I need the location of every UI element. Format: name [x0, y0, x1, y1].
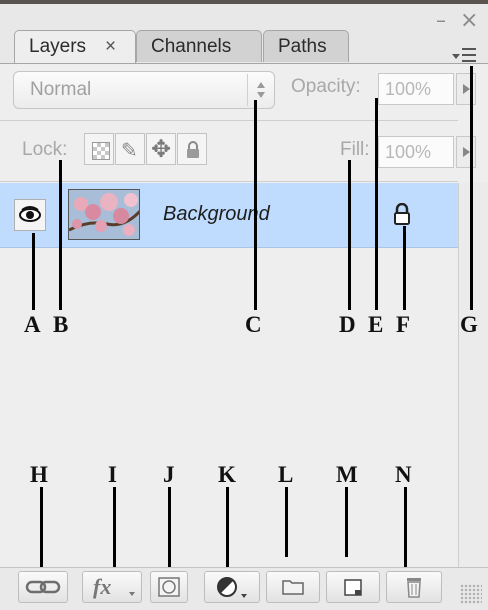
lock-transparent-button[interactable] [84, 133, 114, 165]
callout-line-a [32, 233, 35, 310]
callout-line-j [168, 487, 171, 569]
callout-line-k [226, 487, 229, 569]
callout-a: A [24, 312, 41, 337]
tab-layers-label: Layers [29, 36, 87, 57]
blend-mode-select[interactable]: Normal [13, 71, 275, 109]
brush-icon: ✎ [121, 138, 138, 162]
callout-i: I [108, 462, 117, 487]
callout-line-n [404, 487, 407, 569]
blend-mode-stepper[interactable] [247, 74, 274, 106]
menu-arrow-icon [452, 54, 460, 59]
callout-f: F [396, 312, 411, 337]
callout-k: K [218, 462, 236, 487]
callout-line-c [254, 100, 257, 310]
adjustment-layer-button[interactable] [204, 571, 260, 603]
layer-visibility-toggle[interactable] [14, 199, 46, 231]
tab-close-icon[interactable]: × [105, 31, 116, 63]
callout-c: C [245, 312, 262, 337]
tab-paths-label: Paths [278, 36, 327, 57]
callout-j: J [163, 462, 175, 487]
arrow-up-icon [257, 82, 265, 88]
callout-n: N [395, 462, 412, 487]
lock-position-button[interactable]: ✥ [146, 133, 176, 165]
layer-thumbnail [68, 189, 140, 240]
opacity-field[interactable]: 100% [378, 73, 454, 105]
layer-style-icon: fx [93, 574, 112, 599]
fill-label: Fill: [340, 139, 370, 160]
layers-scrollbar[interactable] [458, 183, 488, 567]
callout-line-g [470, 66, 473, 310]
callout-m: M [336, 462, 358, 487]
new-group-button[interactable] [266, 571, 320, 603]
delete-layer-icon [407, 578, 421, 598]
menu-bars-icon [462, 48, 476, 50]
callout-line-l [285, 487, 288, 557]
tab-layers[interactable]: Layers × [14, 30, 136, 64]
callout-line-h [40, 487, 43, 569]
cherry-blossom-thumbnail [69, 190, 139, 239]
lock-all-button[interactable] [177, 133, 207, 165]
lock-image-button[interactable]: ✎ [115, 133, 145, 165]
fill-value: 100% [385, 142, 432, 162]
callout-line-b [59, 160, 62, 310]
menu-bar-line [462, 60, 476, 62]
minimize-icon[interactable]: – [436, 8, 446, 32]
lock-label: Lock: [22, 139, 68, 160]
fill-field[interactable]: 100% [378, 136, 454, 168]
play-arrow-icon [463, 147, 470, 157]
layer-style-button[interactable]: fx [82, 571, 142, 603]
layer-lock-icon [394, 203, 410, 225]
lock-buttons: ✎ ✥ [84, 133, 208, 167]
opacity-value: 100% [385, 79, 432, 99]
fill-slider-button[interactable] [456, 136, 476, 168]
tab-channels-label: Channels [151, 36, 232, 57]
callout-h: H [30, 462, 48, 487]
adjustment-layer-icon [217, 577, 247, 598]
blend-mode-value: Normal [30, 79, 92, 100]
callout-g: G [460, 312, 478, 337]
callout-line-m [345, 487, 348, 557]
dropdown-arrow-icon [129, 592, 135, 596]
eye-icon [19, 206, 41, 222]
link-layers-button[interactable] [18, 571, 68, 603]
separator [0, 181, 458, 182]
new-group-icon [282, 580, 304, 595]
tab-channels[interactable]: Channels [136, 30, 262, 62]
resize-grip-icon[interactable] [460, 584, 482, 604]
new-layer-button[interactable] [326, 571, 380, 603]
arrow-down-icon [257, 92, 265, 98]
layer-mask-icon [158, 577, 180, 597]
menu-bar-line [462, 54, 476, 56]
add-mask-button[interactable] [150, 571, 188, 603]
new-layer-icon [344, 579, 362, 596]
callout-l: L [278, 462, 294, 487]
tab-paths[interactable]: Paths [263, 30, 349, 62]
callout-d: D [339, 312, 356, 337]
link-layers-icon [25, 580, 61, 594]
callout-line-i [113, 487, 116, 569]
tab-strip: Paths Channels Layers × [0, 30, 488, 64]
lock-icon [187, 141, 199, 158]
callout-line-d [348, 160, 351, 310]
callout-b: B [53, 312, 69, 337]
callout-line-f [403, 226, 406, 310]
move-icon: ✥ [151, 135, 172, 163]
separator [0, 120, 458, 121]
callout-e: E [368, 312, 384, 337]
callout-line-e [375, 98, 378, 310]
delete-layer-button[interactable] [386, 571, 442, 603]
opacity-slider-button[interactable] [456, 73, 476, 105]
transparency-icon [92, 142, 110, 160]
play-arrow-icon [463, 84, 470, 94]
opacity-label: Opacity: [291, 76, 361, 97]
